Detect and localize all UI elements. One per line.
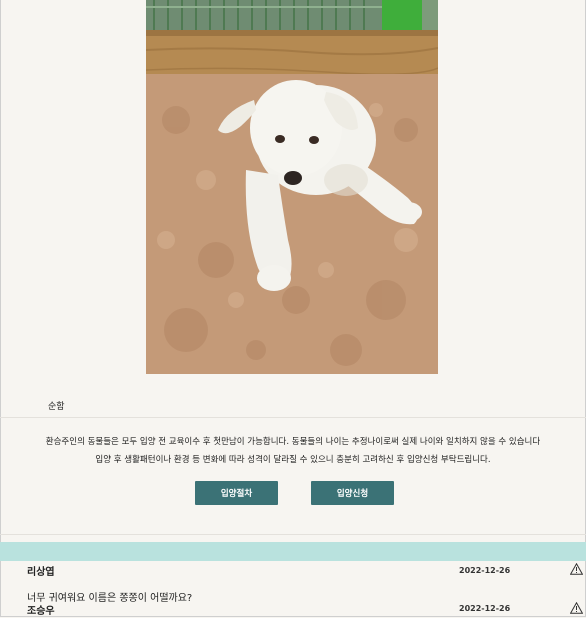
adoption-apply-button[interactable]: 입양신청 (311, 481, 394, 505)
warning-icon[interactable] (570, 602, 583, 614)
divider (0, 534, 586, 535)
notice-line-1: 환승주인의 동물들은 모두 입양 전 교육이수 후 첫만남이 가능합니다. 동물… (45, 437, 541, 447)
comment-author: 리상엽 (27, 567, 55, 578)
warning-icon[interactable] (570, 563, 583, 575)
comment-date: 2022-12-26 (459, 604, 511, 613)
comment-section-bar (0, 542, 586, 561)
comment-date: 2022-12-26 (459, 566, 511, 575)
adoption-notice: 환승주인의 동물들은 모두 입양 전 교육이수 후 첫만남이 가능합니다. 동물… (0, 433, 586, 469)
notice-line-2: 입양 후 생활패턴이나 환경 등 변화에 따라 성격이 달라질 수 있으니 충분… (95, 455, 491, 465)
puppy-photo (146, 0, 438, 374)
temperament-label: 순함 (48, 402, 65, 412)
comment-author: 조승우 (27, 606, 55, 617)
divider (0, 417, 586, 418)
adoption-process-button[interactable]: 입양절차 (195, 481, 278, 505)
